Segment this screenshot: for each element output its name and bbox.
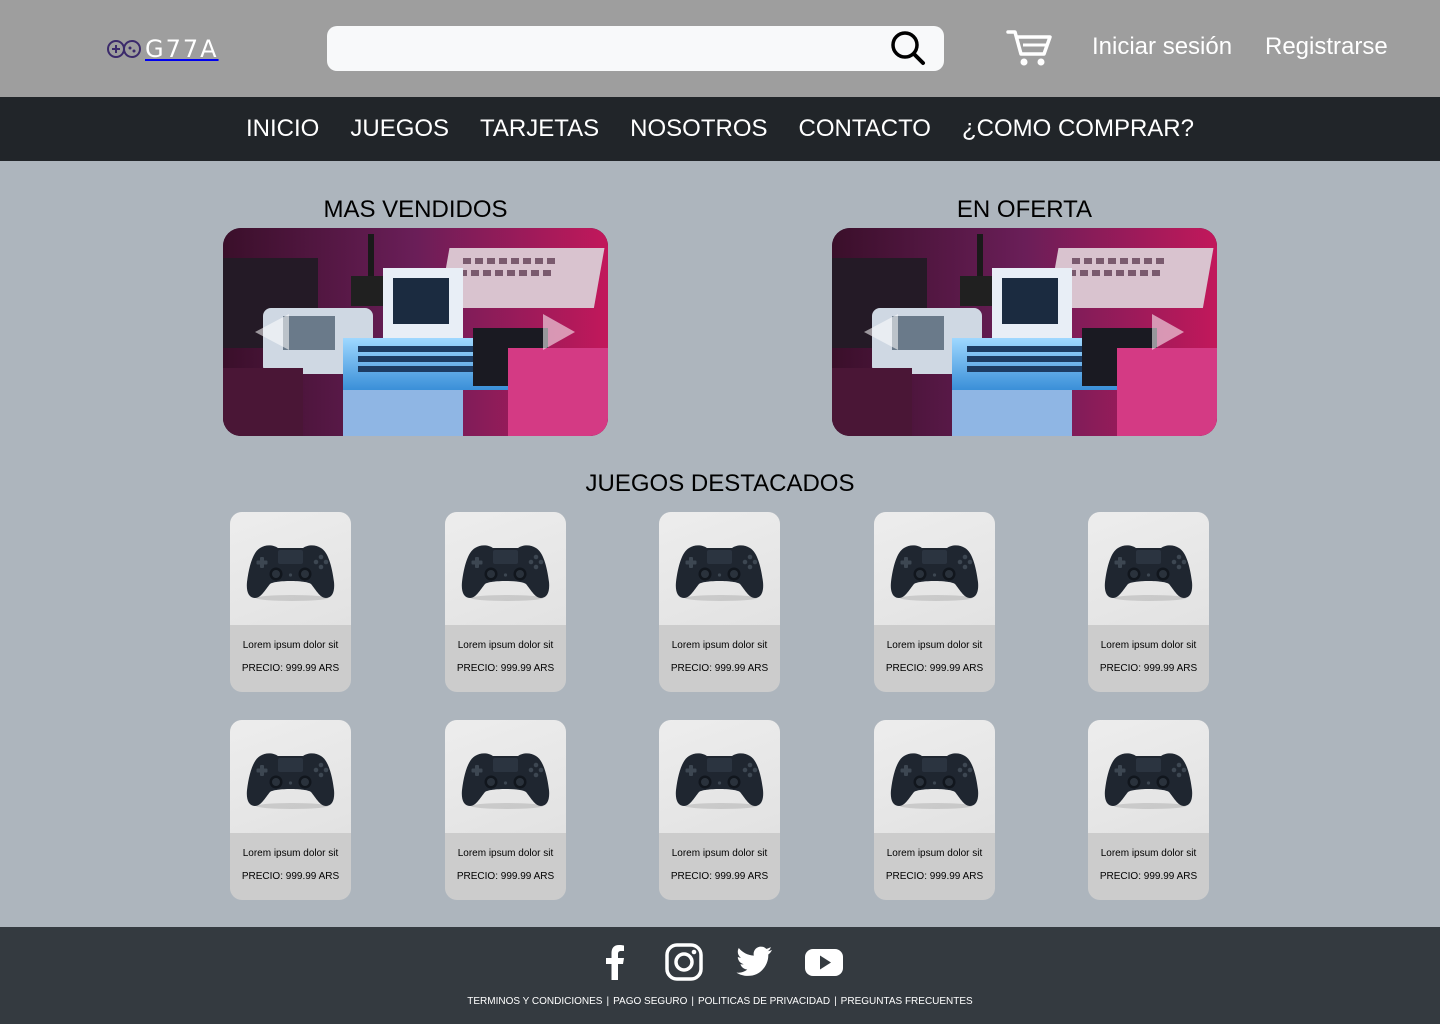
carousel-title-en-oferta: EN OFERTA	[956, 196, 1093, 223]
nav-item-como-comprar[interactable]: ¿COMO COMPRAR?	[962, 115, 1194, 143]
nav-item-tarjetas[interactable]: TARJETAS	[480, 115, 599, 143]
logo-text: G77A	[145, 35, 219, 63]
product-name: Lorem ipsum dolor sit	[671, 848, 768, 859]
product-card[interactable]: Lorem ipsum dolor sit PRECIO: 999.99 ARS	[874, 720, 995, 900]
footer-link-terminos[interactable]: TERMINOS Y CONDICIONES	[467, 996, 602, 1007]
gamepad-image	[675, 753, 764, 809]
carousel-en-oferta[interactable]	[832, 228, 1217, 436]
product-image	[659, 720, 780, 833]
register-link[interactable]: Registrarse	[1265, 33, 1388, 61]
product-price: PRECIO: 999.99 ARS	[241, 871, 340, 882]
arrow-left-icon[interactable]	[860, 312, 900, 352]
facebook-icon[interactable]	[595, 942, 635, 982]
product-name: Lorem ipsum dolor sit	[886, 848, 983, 859]
arrow-right-icon[interactable]	[539, 312, 579, 352]
product-price: PRECIO: 999.99 ARS	[456, 871, 555, 882]
product-name: Lorem ipsum dolor sit	[1100, 848, 1197, 859]
product-image	[1088, 512, 1209, 625]
product-name: Lorem ipsum dolor sit	[242, 640, 339, 651]
product-price: PRECIO: 999.99 ARS	[885, 663, 984, 674]
featured-title: JUEGOS DESTACADOS	[585, 470, 855, 497]
nav-item-inicio[interactable]: INICIO	[246, 115, 319, 143]
product-card[interactable]: Lorem ipsum dolor sit PRECIO: 999.99 ARS	[230, 512, 351, 692]
product-image	[874, 512, 995, 625]
gamepad-icon	[107, 40, 141, 58]
gamepad-image	[461, 753, 550, 809]
carousel-mas-vendidos[interactable]	[223, 228, 608, 436]
product-card[interactable]: Lorem ipsum dolor sit PRECIO: 999.99 ARS	[1088, 512, 1209, 692]
nav-item-juegos[interactable]: JUEGOS	[350, 115, 449, 143]
footer-separator: |	[834, 996, 837, 1007]
login-link[interactable]: Iniciar sesión	[1092, 33, 1232, 61]
product-image	[659, 512, 780, 625]
footer-separator: |	[606, 996, 610, 1007]
main-nav: INICIO JUEGOS TARJETAS NOSOTROS CONTACTO…	[0, 97, 1440, 161]
youtube-icon[interactable]	[804, 942, 844, 982]
gamepad-image	[890, 545, 979, 601]
twitter-icon[interactable]	[734, 942, 774, 982]
gamepad-image	[246, 753, 335, 809]
product-image	[874, 720, 995, 833]
product-image	[230, 720, 351, 833]
product-image	[230, 512, 351, 625]
footer-link-pago-seguro[interactable]: PAGO SEGURO	[613, 996, 687, 1007]
product-price: PRECIO: 999.99 ARS	[241, 663, 340, 674]
product-name: Lorem ipsum dolor sit	[457, 640, 554, 651]
product-card[interactable]: Lorem ipsum dolor sit PRECIO: 999.99 ARS	[1088, 720, 1209, 900]
logo[interactable]: G77A	[107, 34, 219, 64]
cart-icon[interactable]	[1006, 28, 1052, 68]
product-name: Lorem ipsum dolor sit	[886, 640, 983, 651]
gamepad-image	[675, 545, 764, 601]
product-name: Lorem ipsum dolor sit	[242, 848, 339, 859]
product-card[interactable]: Lorem ipsum dolor sit PRECIO: 999.99 ARS	[659, 512, 780, 692]
product-price: PRECIO: 999.99 ARS	[885, 871, 984, 882]
search-icon[interactable]	[890, 30, 926, 66]
footer-link-preguntas[interactable]: PREGUNTAS FRECUENTES	[841, 996, 973, 1007]
gamepad-image	[890, 753, 979, 809]
product-price: PRECIO: 999.99 ARS	[1099, 871, 1198, 882]
gamepad-image	[1104, 753, 1193, 809]
instagram-icon[interactable]	[664, 942, 704, 982]
product-price: PRECIO: 999.99 ARS	[1099, 663, 1198, 674]
gamepad-image	[1104, 545, 1193, 601]
search-bar[interactable]	[327, 26, 944, 71]
footer-separator: |	[691, 996, 694, 1007]
product-name: Lorem ipsum dolor sit	[457, 848, 554, 859]
gamepad-image	[461, 545, 550, 601]
product-price: PRECIO: 999.99 ARS	[670, 871, 769, 882]
product-card[interactable]: Lorem ipsum dolor sit PRECIO: 999.99 ARS	[659, 720, 780, 900]
product-price: PRECIO: 999.99 ARS	[670, 663, 769, 674]
product-image	[445, 512, 566, 625]
gamepad-image	[246, 545, 335, 601]
carousel-title-mas-vendidos: MAS VENDIDOS	[323, 196, 508, 223]
footer-links: TERMINOS Y CONDICIONES | PAGO SEGURO | POLIT…	[0, 996, 1440, 1007]
product-card[interactable]: Lorem ipsum dolor sit PRECIO: 999.99 ARS	[230, 720, 351, 900]
product-card[interactable]: Lorem ipsum dolor sit PRECIO: 999.99 ARS	[874, 512, 995, 692]
product-name: Lorem ipsum dolor sit	[671, 640, 768, 651]
product-card[interactable]: Lorem ipsum dolor sit PRECIO: 999.99 ARS	[445, 720, 566, 900]
footer: TERMINOS Y CONDICIONES | PAGO SEGURO | POLIT…	[0, 927, 1440, 1024]
product-name: Lorem ipsum dolor sit	[1100, 640, 1197, 651]
product-price: PRECIO: 999.99 ARS	[456, 663, 555, 674]
arrow-right-icon[interactable]	[1148, 312, 1188, 352]
footer-link-privacidad[interactable]: POLITICAS DE PRIVACIDAD	[698, 996, 830, 1007]
arrow-left-icon[interactable]	[251, 312, 291, 352]
product-card[interactable]: Lorem ipsum dolor sit PRECIO: 999.99 ARS	[445, 512, 566, 692]
nav-item-nosotros[interactable]: NOSOTROS	[630, 115, 767, 143]
nav-item-contacto[interactable]: CONTACTO	[799, 115, 931, 143]
product-image	[445, 720, 566, 833]
product-image	[1088, 720, 1209, 833]
search-input[interactable]	[343, 32, 883, 65]
header: G77A Iniciar sesión Registrarse	[0, 0, 1440, 97]
